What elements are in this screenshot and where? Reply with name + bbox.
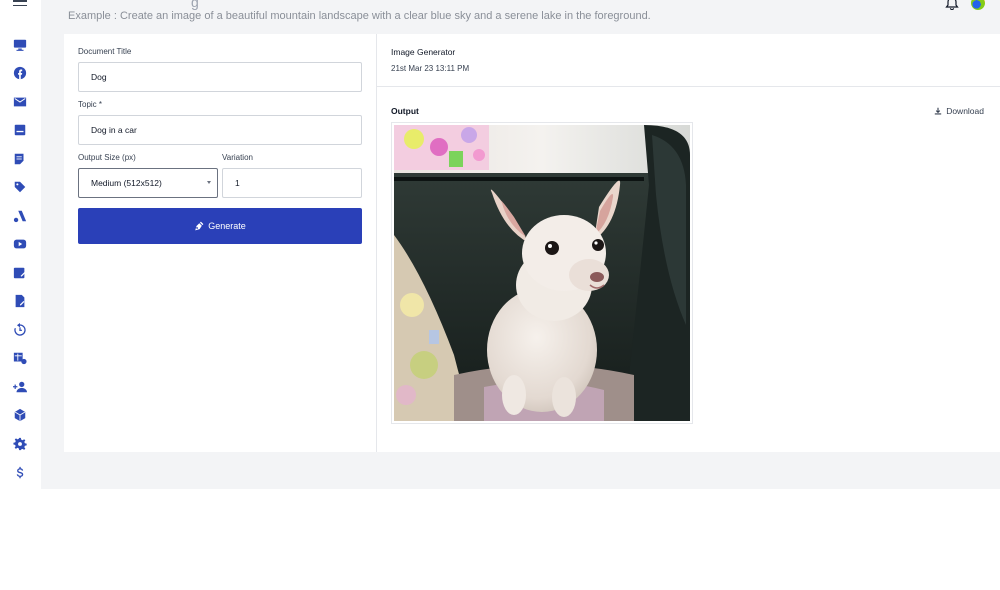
output-size-select[interactable]: Medium (512x512) bbox=[78, 168, 218, 198]
main-content: g Example : Create an image of a beautif… bbox=[41, 0, 1000, 489]
facebook-icon[interactable] bbox=[12, 65, 28, 81]
google-ads-icon[interactable] bbox=[12, 208, 28, 224]
history-icon[interactable] bbox=[12, 322, 28, 338]
package-icon[interactable] bbox=[12, 407, 28, 423]
edit-note-icon[interactable] bbox=[12, 265, 28, 281]
output-size-label: Output Size (px) bbox=[78, 153, 136, 162]
download-icon bbox=[934, 107, 942, 115]
chevron-down-icon bbox=[207, 181, 211, 184]
output-timestamp: 21st Mar 23 13:11 PM bbox=[391, 64, 470, 73]
output-image-frame bbox=[391, 122, 693, 424]
topic-label: Topic * bbox=[78, 100, 103, 109]
youtube-icon[interactable] bbox=[12, 236, 28, 252]
sidebar bbox=[0, 0, 41, 590]
output-tool-name: Image Generator bbox=[391, 47, 456, 57]
download-label: Download bbox=[946, 106, 984, 116]
divider bbox=[377, 86, 1000, 87]
table-settings-icon[interactable] bbox=[12, 350, 28, 366]
generate-button[interactable]: Generate bbox=[78, 208, 362, 244]
gear-icon[interactable] bbox=[12, 436, 28, 452]
pen-nib-icon bbox=[195, 221, 204, 231]
document-title-input[interactable]: Dog bbox=[78, 62, 362, 92]
output-size-value: Medium (512x512) bbox=[91, 178, 162, 188]
hamburger-menu-icon[interactable] bbox=[13, 0, 27, 8]
variation-input[interactable]: 1 bbox=[222, 168, 362, 198]
topic-input[interactable]: Dog in a car bbox=[78, 115, 362, 145]
page-subtitle: Example : Create an image of a beautiful… bbox=[68, 10, 651, 22]
add-user-icon[interactable] bbox=[12, 379, 28, 395]
file-edit-icon[interactable] bbox=[12, 293, 28, 309]
email-icon[interactable] bbox=[12, 94, 28, 110]
tag-icon[interactable] bbox=[12, 179, 28, 195]
document-title-value: Dog bbox=[91, 72, 107, 82]
avatar[interactable] bbox=[971, 0, 985, 10]
document-icon[interactable] bbox=[12, 151, 28, 167]
download-button[interactable]: Download bbox=[934, 106, 984, 116]
monitor-icon[interactable] bbox=[12, 37, 28, 53]
page-title-fragment: g bbox=[191, 0, 199, 10]
bell-icon[interactable] bbox=[945, 0, 959, 10]
generate-label: Generate bbox=[208, 221, 246, 231]
output-panel: Image Generator 21st Mar 23 13:11 PM Out… bbox=[376, 34, 1000, 452]
dollar-icon[interactable] bbox=[12, 465, 28, 481]
document-title-label: Document Title bbox=[78, 47, 132, 56]
generated-image[interactable] bbox=[394, 125, 690, 421]
layout-icon[interactable] bbox=[12, 122, 28, 138]
topic-value: Dog in a car bbox=[91, 125, 137, 135]
dog-in-car-image bbox=[394, 125, 690, 421]
variation-label: Variation bbox=[222, 153, 253, 162]
output-label: Output bbox=[391, 106, 419, 116]
form-panel: Document Title Dog Topic * Dog in a car … bbox=[64, 34, 376, 452]
variation-value: 1 bbox=[235, 178, 240, 188]
